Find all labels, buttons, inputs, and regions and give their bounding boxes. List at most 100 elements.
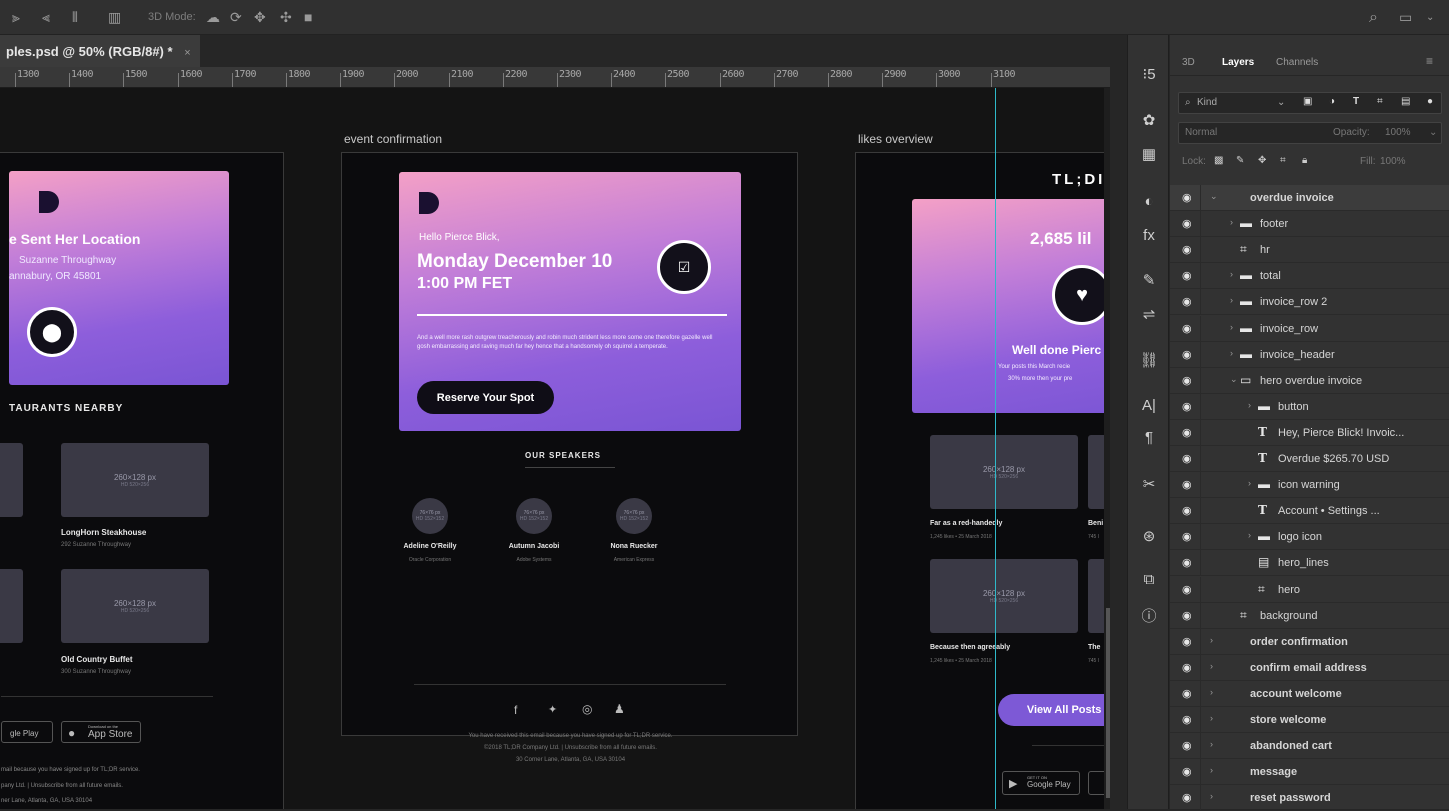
google-play-badge[interactable]: ▶ GET IT ON Google Play (1002, 771, 1080, 795)
tab-channels[interactable]: Channels (1276, 57, 1318, 68)
distribute-icon[interactable]: ⫷ (42, 9, 50, 26)
visibility-eye-icon[interactable]: ◉ (1182, 426, 1192, 439)
close-tab-icon[interactable]: × (184, 47, 190, 59)
visibility-eye-icon[interactable]: ◉ (1182, 322, 1192, 335)
properties-panel-icon[interactable]: ⧉ (1128, 571, 1170, 588)
tab-3d[interactable]: 3D (1182, 57, 1195, 68)
adjustment-filter-icon[interactable]: ◑ (1329, 96, 1335, 107)
chevron-right-icon[interactable]: › (1210, 635, 1213, 645)
layer-row[interactable]: ◉ › ▬ icon warning (1170, 472, 1449, 499)
visibility-eye-icon[interactable]: ◉ (1182, 243, 1192, 256)
brushes-panel-icon[interactable]: ✎ (1128, 271, 1170, 289)
visibility-eye-icon[interactable]: ◉ (1182, 713, 1192, 726)
layer-row[interactable]: ◉ › message (1170, 759, 1449, 786)
visibility-eye-icon[interactable]: ◉ (1182, 687, 1192, 700)
shape-filter-icon[interactable]: ⌗ (1377, 96, 1383, 107)
type-filter-icon[interactable]: T (1353, 96, 1359, 107)
lock-position-icon[interactable]: ✥ (1258, 155, 1266, 166)
tab-layers[interactable]: Layers (1222, 57, 1254, 68)
chevron-right-icon[interactable]: › (1230, 322, 1233, 332)
panel-menu-icon[interactable]: ≡ (1426, 54, 1433, 68)
canvas[interactable]: e Sent Her Location Suzanne Throughway a… (0, 88, 1110, 809)
layer-row[interactable]: ◉ › abandoned cart (1170, 733, 1449, 760)
info-panel-icon[interactable]: ⓘ (1128, 605, 1170, 626)
visibility-eye-icon[interactable]: ◉ (1182, 478, 1192, 491)
paragraph-panel-icon[interactable]: ¶ (1128, 429, 1170, 446)
reserve-spot-button[interactable]: Reserve Your Spot (417, 381, 554, 414)
pixel-filter-icon[interactable]: ▣ (1303, 96, 1312, 107)
lock-pixels-icon[interactable]: ✎ (1236, 155, 1244, 166)
layer-row[interactable]: ◉ › reset password (1170, 785, 1449, 811)
chevron-right-icon[interactable]: › (1210, 765, 1213, 775)
visibility-eye-icon[interactable]: ◉ (1182, 661, 1192, 674)
artboard-location[interactable]: e Sent Her Location Suzanne Throughway a… (0, 152, 284, 809)
chevron-right-icon[interactable]: › (1248, 530, 1251, 540)
layer-row[interactable]: ◉ › order confirmation (1170, 628, 1449, 655)
chevron-right-icon[interactable]: › (1230, 217, 1233, 227)
adjustments-panel-icon[interactable]: ◐ (1128, 193, 1170, 210)
chevron-down-icon[interactable]: ⌄ (1429, 127, 1437, 138)
visibility-eye-icon[interactable]: ◉ (1182, 400, 1192, 413)
guide-line[interactable] (995, 88, 996, 809)
styles-panel-icon[interactable]: fx (1128, 227, 1170, 244)
facebook-icon[interactable]: f (514, 703, 517, 717)
visibility-eye-icon[interactable]: ◉ (1182, 217, 1192, 230)
visibility-eye-icon[interactable]: ◉ (1182, 295, 1192, 308)
layer-row[interactable]: ◉ ⌗ background (1170, 602, 1449, 629)
swatches-panel-icon[interactable]: ▦ (1128, 145, 1170, 163)
instagram-icon[interactable]: ◎ (582, 702, 592, 716)
layer-row[interactable]: ◉ › ▬ footer (1170, 211, 1449, 238)
chevron-right-icon[interactable]: › (1210, 791, 1213, 801)
layer-row[interactable]: ◉ ⌄ overdue invoice (1170, 185, 1449, 211)
visibility-eye-icon[interactable]: ◉ (1182, 348, 1192, 361)
chevron-down-icon[interactable]: ⌄ (1230, 374, 1238, 385)
chevron-right-icon[interactable]: › (1210, 661, 1213, 671)
layer-row[interactable]: ◉ ⌄ ▭ hero overdue invoice (1170, 367, 1449, 394)
google-play-badge[interactable]: gle Play (1, 721, 53, 743)
visibility-eye-icon[interactable]: ◉ (1182, 269, 1192, 282)
drag-3d-icon[interactable]: ✥ (254, 9, 266, 26)
layer-row[interactable]: ◉ › ▬ invoice_header (1170, 341, 1449, 368)
lock-transparent-icon[interactable]: ▩ (1214, 155, 1223, 166)
visibility-eye-icon[interactable]: ◉ (1182, 530, 1192, 543)
artboard-label[interactable]: event confirmation (344, 132, 442, 146)
chevron-down-icon[interactable]: ⌄ (1210, 191, 1218, 202)
lock-artboard-icon[interactable]: ⌗ (1280, 155, 1286, 166)
chevron-right-icon[interactable]: › (1210, 739, 1213, 749)
brush-settings-icon[interactable]: ⇌ (1128, 305, 1170, 323)
layer-row[interactable]: ◉ › store welcome (1170, 707, 1449, 733)
smart-object-filter-icon[interactable]: ▤ (1401, 96, 1410, 107)
slide-3d-icon[interactable]: ✣ (280, 9, 292, 26)
visibility-eye-icon[interactable]: ◉ (1182, 765, 1192, 778)
twitter-icon[interactable]: ✦ (548, 703, 557, 716)
libraries-panel-icon[interactable]: ⊛ (1128, 527, 1170, 545)
blend-mode-select[interactable]: Normal (1185, 127, 1217, 138)
visibility-eye-icon[interactable]: ◉ (1182, 374, 1192, 387)
opacity-value[interactable]: 100% (1385, 127, 1411, 138)
artboard-event-confirmation[interactable]: Hello Pierce Blick, Monday December 10 1… (341, 152, 798, 763)
fill-value[interactable]: 100% (1380, 156, 1406, 167)
chevron-right-icon[interactable]: › (1248, 400, 1251, 410)
auto-align-icon[interactable]: ▥ (108, 9, 121, 26)
workspace-icon[interactable]: ▭ (1399, 9, 1412, 26)
chevron-right-icon[interactable]: › (1248, 478, 1251, 488)
layer-row[interactable]: ◉ T Account • Settings ... (1170, 498, 1449, 525)
visibility-eye-icon[interactable]: ◉ (1182, 556, 1192, 569)
chevron-right-icon[interactable]: › (1210, 687, 1213, 697)
visibility-eye-icon[interactable]: ◉ (1182, 504, 1192, 517)
chevron-right-icon[interactable]: › (1230, 269, 1233, 279)
filter-toggle-icon[interactable]: ● (1427, 96, 1433, 107)
layer-row[interactable]: ◉ › ▬ logo icon (1170, 524, 1449, 551)
visibility-eye-icon[interactable]: ◉ (1182, 609, 1192, 622)
visibility-eye-icon[interactable]: ◉ (1182, 739, 1192, 752)
tool-presets-icon[interactable]: ✂ (1128, 475, 1170, 493)
roll-3d-icon[interactable]: ⟳ (230, 9, 242, 26)
scale-3d-icon[interactable]: ■ (304, 9, 312, 25)
chevron-right-icon[interactable]: › (1230, 348, 1233, 358)
chevron-down-icon[interactable]: ⌄ (1277, 97, 1285, 108)
layer-row[interactable]: ◉ › confirm email address (1170, 654, 1449, 681)
history-panel-icon[interactable]: ⁝5 (1128, 65, 1170, 83)
view-all-posts-button[interactable]: View All Posts fro (998, 694, 1110, 726)
chevron-right-icon[interactable]: › (1230, 295, 1233, 305)
layer-row[interactable]: ◉ T Overdue $265.70 USD (1170, 446, 1449, 472)
